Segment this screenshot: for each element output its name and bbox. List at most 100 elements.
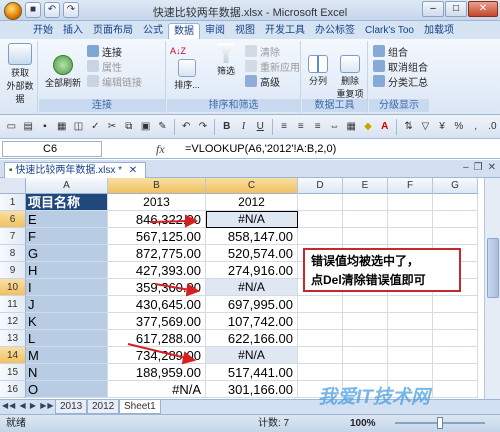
- empty-cell[interactable]: [388, 364, 433, 381]
- header-cell-2012[interactable]: 2012: [206, 194, 298, 211]
- empty-cell[interactable]: [388, 313, 433, 330]
- cell-2012-value[interactable]: 697,995.00: [206, 296, 298, 313]
- tab-5[interactable]: 审阅: [200, 23, 230, 39]
- header-cell-item-name[interactable]: 项目名称: [26, 194, 108, 211]
- empty-cell[interactable]: [343, 364, 388, 381]
- align-right-icon[interactable]: ≡: [310, 119, 325, 134]
- cell-2013-value[interactable]: #N/A: [108, 381, 206, 398]
- row-header[interactable]: 8: [0, 245, 26, 262]
- row-header[interactable]: 12: [0, 313, 26, 330]
- cell-2013-value[interactable]: 359,360.00: [108, 279, 206, 296]
- text-to-columns-button[interactable]: 分列: [304, 55, 332, 88]
- formula-input[interactable]: =VLOOKUP(A6,'2012'!A:B,2,0): [185, 143, 336, 155]
- empty-cell[interactable]: [343, 194, 388, 211]
- cell-2013-value[interactable]: 377,569.00: [108, 313, 206, 330]
- tab-0[interactable]: 开始: [28, 23, 58, 39]
- close-tab-icon[interactable]: ✕: [129, 165, 137, 176]
- empty-cell[interactable]: [343, 330, 388, 347]
- paste-icon[interactable]: ▣: [138, 119, 153, 134]
- empty-cell[interactable]: [388, 330, 433, 347]
- doc-minimize-icon[interactable]: –: [463, 162, 469, 173]
- cell-2012-value[interactable]: #N/A: [206, 279, 298, 296]
- copy-icon[interactable]: ⧉: [121, 119, 136, 134]
- increase-decimal-icon[interactable]: .0: [485, 119, 500, 134]
- preview-icon[interactable]: ◫: [71, 119, 86, 134]
- empty-cell[interactable]: [298, 347, 343, 364]
- document-tab[interactable]: ▪ 快速比较两年数据.xlsx * ✕: [4, 162, 147, 178]
- align-left-icon[interactable]: ≡: [277, 119, 292, 134]
- tab-8[interactable]: 办公标签: [310, 23, 360, 39]
- cell-2013-value[interactable]: 872,775.00: [108, 245, 206, 262]
- tab-1[interactable]: 插入: [58, 23, 88, 39]
- italic-icon[interactable]: I: [236, 119, 251, 134]
- row-header[interactable]: 1: [0, 194, 26, 211]
- maximize-button[interactable]: □: [445, 1, 467, 17]
- currency-icon[interactable]: ¥: [435, 119, 450, 134]
- fx-icon[interactable]: fx: [156, 142, 165, 157]
- column-header-E[interactable]: E: [343, 178, 388, 194]
- column-header-G[interactable]: G: [433, 178, 478, 194]
- row-header[interactable]: 10: [0, 279, 26, 296]
- new-icon[interactable]: ▭: [4, 119, 19, 134]
- empty-cell[interactable]: [298, 194, 343, 211]
- cell-2013-value[interactable]: 846,322.00: [108, 211, 206, 228]
- vertical-scrollbar[interactable]: [484, 178, 500, 399]
- filter-toolbar-icon[interactable]: ▽: [418, 119, 433, 134]
- empty-cell[interactable]: [343, 211, 388, 228]
- cell-2012-value[interactable]: 107,742.00: [206, 313, 298, 330]
- undo-toolbar-icon[interactable]: ↶: [179, 119, 194, 134]
- zoom-slider-knob[interactable]: [437, 417, 443, 429]
- comma-icon[interactable]: ,: [468, 119, 483, 134]
- cell-2012-value[interactable]: 520,574.00: [206, 245, 298, 262]
- empty-cell[interactable]: [433, 381, 478, 398]
- empty-cell[interactable]: [433, 313, 478, 330]
- row-header[interactable]: 13: [0, 330, 26, 347]
- cell-2013-value[interactable]: 427,393.00: [108, 262, 206, 279]
- cell-2013-value[interactable]: 617,288.00: [108, 330, 206, 347]
- merge-icon[interactable]: ⇔: [327, 119, 342, 134]
- close-button[interactable]: ✕: [468, 1, 498, 17]
- sort-az-button[interactable]: A↓Z: [170, 44, 186, 58]
- percent-icon[interactable]: %: [451, 119, 466, 134]
- font-color-icon[interactable]: A: [377, 119, 392, 134]
- empty-cell[interactable]: [343, 228, 388, 245]
- sort-toolbar-icon[interactable]: ⇅: [401, 119, 416, 134]
- empty-cell[interactable]: [298, 228, 343, 245]
- row-header[interactable]: 15: [0, 364, 26, 381]
- open-icon[interactable]: ▤: [21, 119, 36, 134]
- cell-item-name[interactable]: N: [26, 364, 108, 381]
- refresh-all-button[interactable]: 全部刷新: [41, 55, 85, 90]
- cell-2013-value[interactable]: 430,645.00: [108, 296, 206, 313]
- sheet-tab-sheet1[interactable]: Sheet1: [119, 400, 161, 414]
- select-all-corner[interactable]: [0, 178, 26, 194]
- tab-10[interactable]: 加载项: [419, 23, 459, 39]
- zoom-slider[interactable]: [395, 417, 485, 429]
- empty-cell[interactable]: [433, 194, 478, 211]
- filter-button[interactable]: 筛选: [211, 43, 241, 78]
- cell-item-name[interactable]: L: [26, 330, 108, 347]
- empty-cell[interactable]: [298, 330, 343, 347]
- empty-cell[interactable]: [343, 347, 388, 364]
- get-external-data-button[interactable]: 获取 外部数据: [4, 43, 36, 106]
- scrollbar-thumb[interactable]: [487, 238, 499, 298]
- empty-cell[interactable]: [298, 211, 343, 228]
- cell-2012-value[interactable]: #N/A: [206, 347, 298, 364]
- sheet-tab-2013[interactable]: 2013: [55, 400, 88, 414]
- row-header[interactable]: 14: [0, 347, 26, 364]
- empty-cell[interactable]: [298, 296, 343, 313]
- group-button[interactable]: 组合: [373, 44, 408, 59]
- ungroup-button[interactable]: 取消组合: [373, 59, 428, 74]
- row-header[interactable]: 9: [0, 262, 26, 279]
- cell-2012-value[interactable]: 517,441.00: [206, 364, 298, 381]
- connections-button[interactable]: 连接: [87, 44, 122, 59]
- row-header[interactable]: 11: [0, 296, 26, 313]
- column-header-B[interactable]: B: [108, 178, 206, 194]
- tab-3[interactable]: 公式: [138, 23, 168, 39]
- format-painter-icon[interactable]: ✎: [155, 119, 170, 134]
- edit-links-button[interactable]: 编辑链接: [87, 74, 142, 89]
- cell-item-name[interactable]: G: [26, 245, 108, 262]
- cell-item-name[interactable]: I: [26, 279, 108, 296]
- doc-close-icon[interactable]: ✕: [488, 162, 496, 173]
- empty-cell[interactable]: [388, 194, 433, 211]
- row-header[interactable]: 6: [0, 211, 26, 228]
